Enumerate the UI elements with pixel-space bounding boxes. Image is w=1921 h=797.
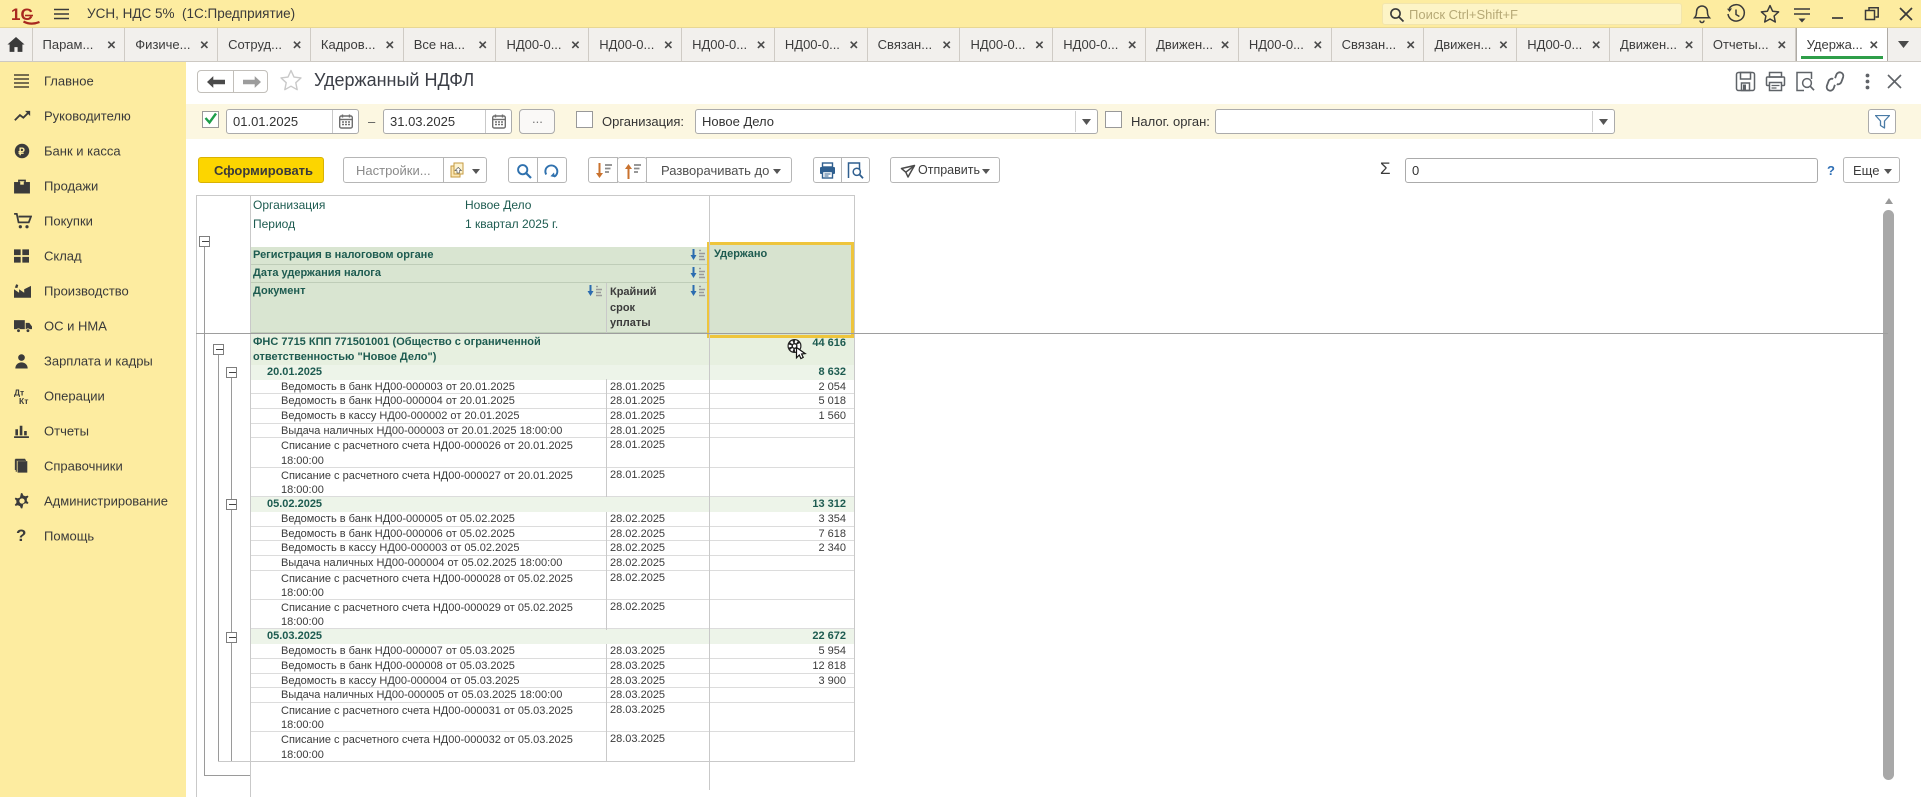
svg-text:₽: ₽ [18, 146, 25, 157]
svg-text:Кт: Кт [19, 396, 28, 405]
svg-text:1С: 1С [11, 5, 33, 24]
